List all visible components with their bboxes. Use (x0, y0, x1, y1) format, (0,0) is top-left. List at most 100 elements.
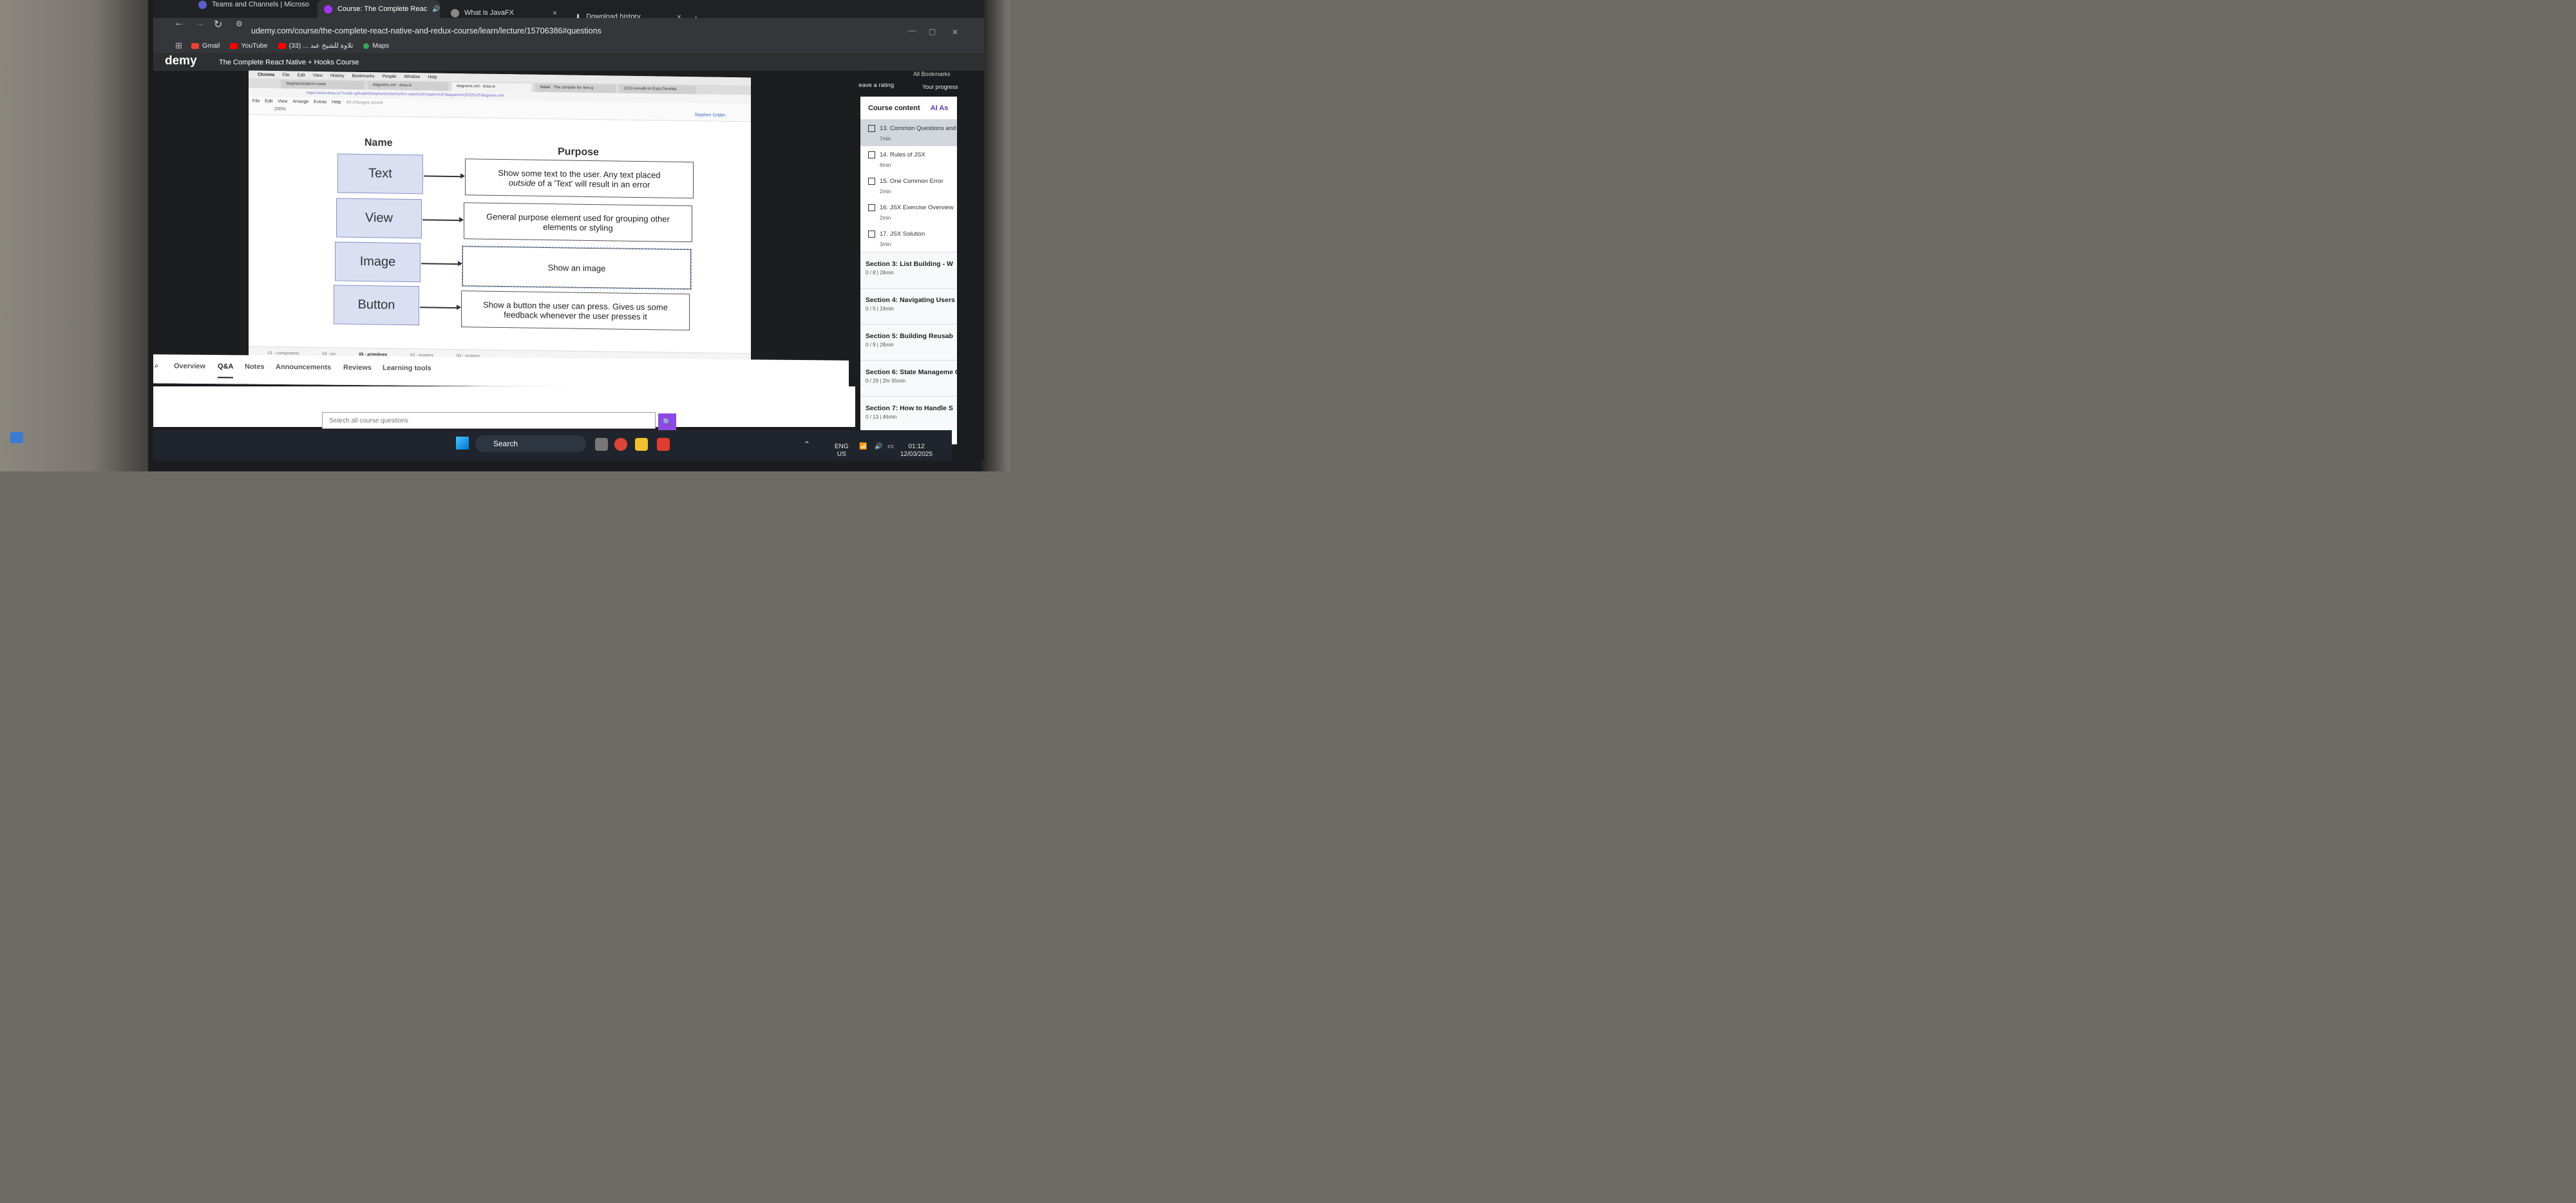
search-label: Search (493, 439, 518, 448)
bookmark-maps[interactable]: Maps (363, 42, 389, 50)
time: 01:12 (908, 443, 925, 450)
chevron-up-icon[interactable]: ⌃ (804, 440, 810, 448)
volume-icon[interactable]: 🔊 (875, 443, 882, 451)
tab-announcements[interactable]: Announcements (276, 363, 331, 372)
lecture-video-frame: Chrome File Edit View History Bookmarks … (249, 70, 751, 375)
checkbox[interactable] (868, 178, 875, 185)
purpose-box-selected: Show an image (462, 245, 692, 290)
lesson-item[interactable]: 15. One Common Error 2min (860, 173, 957, 199)
site-info-icon[interactable]: ⚙ (236, 19, 243, 28)
tab-qa[interactable]: Q&A (218, 363, 234, 379)
purpose-text: Show a button the user can press. Gives … (483, 299, 668, 321)
lesson-item[interactable]: 17. JSX Solution 3min (860, 225, 957, 252)
leave-rating-link[interactable]: Leave a rating (855, 82, 894, 89)
menu-item: Edit (297, 73, 305, 78)
apps-grid-icon[interactable]: ⊞ (175, 41, 182, 51)
section-item[interactable]: Section 5: Building Reusab 0 / 9 | 28min (860, 324, 957, 360)
tab-overview[interactable]: Overview (174, 363, 205, 370)
text-box: Text (337, 153, 423, 194)
clock[interactable]: 01:12 12/03/2025 (900, 443, 933, 459)
section-meta: 0 / 8 | 28min (866, 270, 894, 276)
search-questions-input[interactable]: Search all course questions (322, 412, 656, 429)
section-item[interactable]: Section 3: List Building - W 0 / 8 | 28mi… (860, 252, 957, 288)
tab-notes[interactable]: Notes (245, 363, 265, 371)
checkbox[interactable] (868, 151, 875, 158)
lesson-title: 16. JSX Exercise Overview (880, 204, 954, 211)
windows-start-icon[interactable] (456, 437, 469, 450)
lesson-item[interactable]: 16. JSX Exercise Overview 2min (860, 199, 957, 225)
tab-udemy-course[interactable]: Course: The Complete Reac 🔊 × (317, 0, 440, 18)
section-meta: 0 / 5 | 24min (866, 306, 894, 312)
bookmark-youtube[interactable]: YouTube (230, 42, 268, 50)
section-title: Section 5: Building Reusab (866, 332, 953, 340)
reload-icon[interactable]: ↻ (214, 18, 222, 31)
menu-item: Edit (265, 99, 273, 104)
purpose-text: General purpose element used for groupin… (486, 211, 670, 232)
wifi-icon[interactable]: 📶 (859, 443, 867, 451)
arrow (420, 307, 460, 308)
file-explorer-icon[interactable] (635, 438, 648, 451)
close-window-icon[interactable]: ✕ (952, 28, 958, 37)
menu-item: View (312, 73, 323, 78)
maximize-icon[interactable]: ▢ (929, 27, 936, 36)
address-bar[interactable]: udemy.com/course/the-complete-react-nati… (251, 23, 818, 39)
section-title: Section 7: How to Handle S (866, 404, 953, 412)
image-box: Image (335, 242, 421, 283)
section-meta: 0 / 29 | 2hr 55min (866, 378, 906, 384)
chrome-icon[interactable] (614, 438, 627, 451)
back-icon[interactable]: ← (174, 17, 184, 29)
language-indicator[interactable]: ENG US (835, 443, 849, 459)
view-box: View (336, 198, 422, 239)
bookmarks-bar: ⊞ Gmail YouTube تلاوة للشيخ عبد ... (33)… (153, 39, 984, 53)
sidebar-title: Course content (868, 104, 920, 112)
lesson-duration: 7min (880, 136, 891, 142)
section-item[interactable]: Section 6: State Manageme Components 0 / … (860, 360, 957, 396)
course-content-sidebar: Course content AI As 13. Common Question… (860, 97, 957, 444)
component-name: Button (357, 297, 395, 312)
maps-icon (363, 43, 370, 49)
search-icon: 🔍 (663, 418, 672, 426)
battery-icon[interactable]: ▭ (887, 443, 893, 451)
youtube-icon (278, 43, 286, 49)
bookmark-gmail[interactable]: Gmail (191, 42, 220, 50)
bookmark-label: YouTube (241, 42, 268, 50)
lesson-item[interactable]: 14. Rules of JSX 6min (860, 146, 957, 173)
section-item[interactable]: Section 4: Navigating Users Screens 0 / 5… (860, 288, 957, 324)
all-bookmarks[interactable]: All Bookmarks (913, 71, 951, 77)
checkbox[interactable] (868, 125, 875, 132)
component-name: Text (368, 166, 392, 181)
ai-assistant-tab[interactable]: AI As (931, 104, 949, 112)
search-icon[interactable]: ⌕ (155, 362, 158, 370)
section-item[interactable]: Section 7: How to Handle S 0 / 13 | 46min (860, 396, 957, 432)
checkbox[interactable] (868, 204, 875, 211)
search-button[interactable]: 🔍 (658, 413, 676, 430)
arrow (424, 175, 464, 177)
taskbar-search[interactable]: Search (475, 435, 586, 452)
purpose-box: Show a button the user can press. Gives … (461, 290, 690, 331)
lesson-item[interactable]: 13. Common Questions and 7min (860, 120, 957, 146)
bookmark-recitation[interactable]: تلاوة للشيخ عبد ... (33) (278, 42, 353, 50)
arrow (421, 263, 461, 265)
forward-icon[interactable]: → (194, 18, 205, 30)
tab-strip: Teams and Channels | Microso × Course: T… (153, 0, 984, 25)
course-title[interactable]: The Complete React Native + Hooks Course (219, 59, 359, 66)
section-title: Section 3: List Building - W (866, 260, 953, 268)
udemy-header: demy The Complete React Native + Hooks C… (153, 53, 984, 90)
progress-button[interactable]: Your progress (922, 84, 958, 90)
close-icon[interactable]: × (553, 8, 557, 17)
udemy-logo[interactable]: demy (165, 54, 197, 68)
purpose-text: Show some text to the user. Any text pla… (498, 167, 660, 189)
minimize-icon[interactable]: — (908, 26, 916, 35)
speaker-icon[interactable]: 🔊 (432, 6, 440, 13)
tab-teams[interactable]: Teams and Channels | Microso × (192, 0, 314, 14)
checkbox[interactable] (868, 231, 875, 238)
wps-office-icon[interactable] (657, 438, 670, 451)
lesson-duration: 3min (880, 242, 891, 247)
bookmark-label: Gmail (202, 42, 220, 50)
task-view-icon[interactable] (595, 438, 608, 451)
inner-tab: Babel · The compiler for next g (535, 83, 616, 93)
tab-learning-tools[interactable]: Learning tools (383, 364, 431, 372)
section-meta: 0 / 9 | 28min (866, 342, 894, 348)
menu-item: View (278, 99, 288, 104)
tab-reviews[interactable]: Reviews (343, 364, 372, 372)
